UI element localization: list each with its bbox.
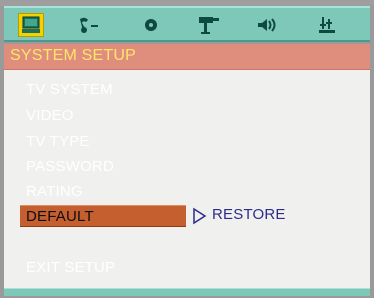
video-setup-icon[interactable]: [196, 13, 222, 37]
page-title-bar: SYSTEM SETUP: [4, 44, 370, 70]
speaker-setup-icon[interactable]: [254, 13, 280, 37]
menu-item-video[interactable]: VIDEO: [26, 107, 74, 124]
setup-icon-bar: [4, 6, 370, 42]
preference-setup-icon[interactable]: [314, 13, 340, 37]
menu-item-tv-system[interactable]: TV SYSTEM: [26, 81, 113, 98]
menu-item-exit-setup[interactable]: EXIT SETUP: [26, 259, 115, 276]
menu-item-password[interactable]: PASSWORD: [26, 158, 114, 175]
dvd-setup-screen: SYSTEM SETUP TV SYSTEM VIDEO TV TYPE PAS…: [0, 0, 374, 298]
dolby-setup-icon[interactable]: [138, 13, 164, 37]
setup-menu: TV SYSTEM VIDEO TV TYPE PASSWORD RATING …: [4, 70, 370, 288]
audio-setup-icon[interactable]: [76, 13, 102, 37]
restore-option[interactable]: RESTORE: [212, 206, 286, 223]
menu-item-default[interactable]: DEFAULT: [20, 205, 186, 227]
arrow-right-icon: [193, 207, 207, 225]
menu-item-rating[interactable]: RATING: [26, 183, 83, 200]
general-setup-icon[interactable]: [18, 13, 44, 37]
page-title: SYSTEM SETUP: [10, 47, 136, 64]
menu-item-tv-type[interactable]: TV TYPE: [26, 133, 90, 150]
bottom-bar: [4, 288, 370, 296]
menu-item-default-label: DEFAULT: [26, 208, 94, 225]
